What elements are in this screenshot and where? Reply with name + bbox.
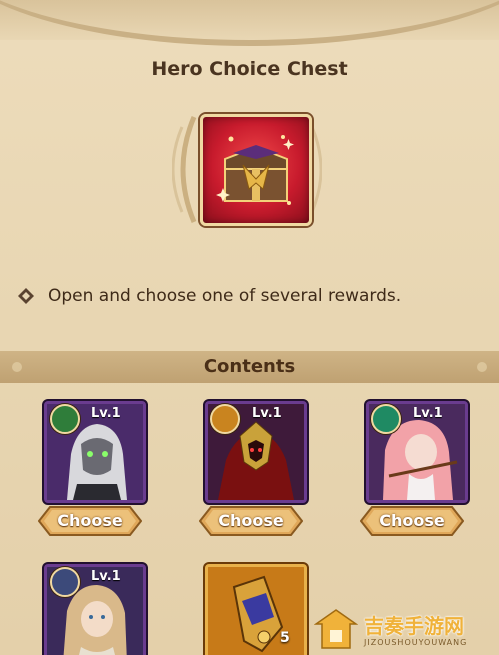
watermark-en: JIZOUSHOUYOUWANG (364, 638, 468, 647)
description-row: Open and choose one of several rewards. (18, 283, 401, 309)
choose-button-3[interactable]: Choose (360, 506, 464, 536)
choose-button-1[interactable]: Choose (38, 506, 142, 536)
treasure-chest-icon (216, 135, 294, 205)
gear-item-count: 5 (280, 630, 290, 646)
watermark-cn: 吉奏手游网 (364, 614, 464, 638)
hero-level-2: Lv.1 (252, 406, 282, 421)
hero-level-3: Lv.1 (413, 406, 443, 421)
watermark: 吉奏手游网 JIZOUSHOUYOUWANG (310, 604, 499, 655)
diamond-bullet-icon (18, 288, 34, 304)
chest-panel: Hero Choice Chest Open and choose one of… (0, 0, 499, 655)
forest-faction-icon (371, 404, 401, 434)
choose-label-3: Choose (379, 511, 445, 530)
contents-header: Contents (203, 356, 296, 377)
choose-label-1: Choose (57, 511, 123, 530)
star-faction-icon (50, 567, 80, 597)
choose-label-2: Choose (218, 511, 284, 530)
hero-level-4: Lv.1 (91, 569, 121, 584)
gear-item-card[interactable] (205, 564, 307, 655)
watermark-logo-icon (314, 609, 358, 649)
chest-icon-frame[interactable] (200, 114, 312, 226)
green-leaf-faction-icon (50, 404, 80, 434)
sun-faction-icon (210, 404, 240, 434)
page-title: Hero Choice Chest (151, 58, 348, 80)
choose-button-2[interactable]: Choose (199, 506, 303, 536)
hero-level-1: Lv.1 (91, 406, 121, 421)
description-text: Open and choose one of several rewards. (48, 286, 402, 306)
